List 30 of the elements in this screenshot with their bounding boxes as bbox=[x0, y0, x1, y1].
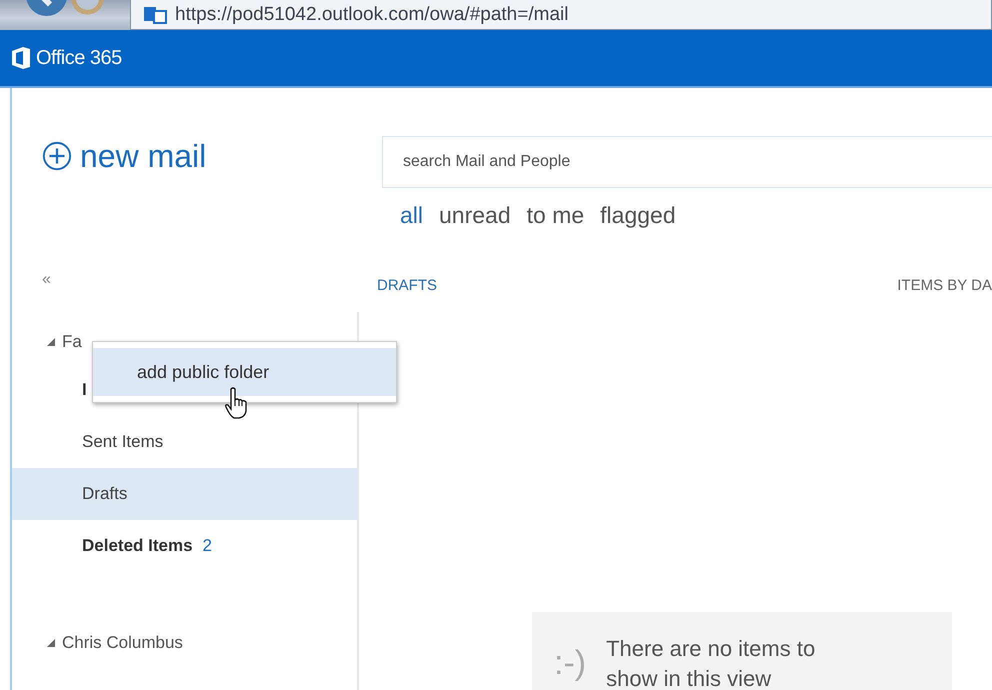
folder-name: Drafts bbox=[82, 484, 128, 504]
search-field[interactable]: search Mail and People bbox=[382, 136, 992, 188]
address-bar[interactable]: https://pod51042.outlook.com/owa/#path=/mail bbox=[130, 0, 992, 30]
group-label: Chris Columbus bbox=[62, 633, 183, 653]
emoticon: :-) bbox=[554, 644, 586, 684]
url-text: https://pod51042.outlook.com/owa/#path=/mail bbox=[175, 2, 568, 26]
sort-button[interactable]: ITEMS BY DA bbox=[897, 277, 992, 294]
folder-item[interactable]: Deleted Items 2 bbox=[12, 520, 357, 572]
filter-tab[interactable]: to me bbox=[526, 202, 584, 229]
folder-name: Deleted Items bbox=[82, 536, 193, 556]
expand-triangle-icon[interactable] bbox=[46, 638, 56, 648]
site-icon bbox=[143, 4, 167, 24]
empty-message: There are no items to show in this view bbox=[606, 635, 816, 690]
folder-group[interactable]: Chris Columbus bbox=[12, 621, 357, 665]
folder-item[interactable]: Drafts bbox=[12, 468, 357, 520]
collapse-button[interactable]: « bbox=[42, 271, 51, 289]
filter-tab[interactable]: unread bbox=[439, 202, 511, 229]
filter-tab[interactable]: flagged bbox=[600, 202, 676, 229]
office-logo-icon[interactable] bbox=[12, 47, 30, 69]
suite-title[interactable]: Office 365 bbox=[36, 46, 122, 70]
folder-item[interactable]: Sent Items bbox=[12, 416, 357, 468]
folder-heading: DRAFTS bbox=[377, 277, 437, 294]
new-mail-button[interactable]: new mail bbox=[40, 133, 208, 179]
filter-tab[interactable]: all bbox=[400, 202, 424, 229]
folder-name: Sent Items bbox=[82, 432, 164, 452]
unread-count: 2 bbox=[202, 536, 212, 556]
group-label: Fa bbox=[62, 332, 82, 352]
menu-item[interactable]: add public folder bbox=[93, 348, 396, 396]
plus-icon bbox=[42, 141, 72, 171]
expand-triangle-icon[interactable] bbox=[46, 337, 56, 347]
